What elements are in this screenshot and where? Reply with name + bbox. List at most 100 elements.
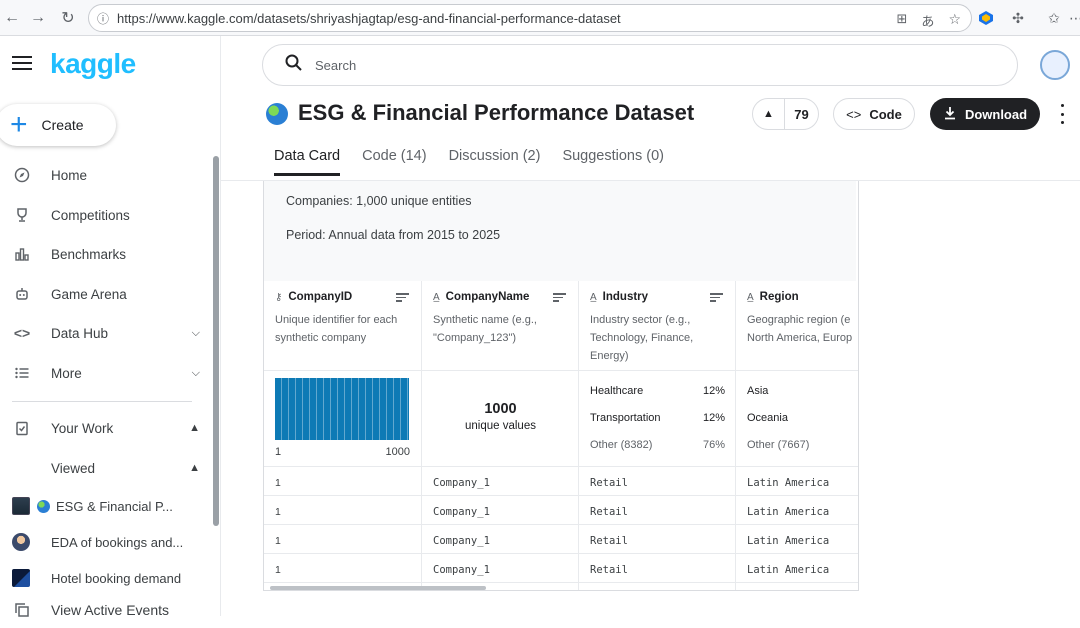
table-horizontal-scrollbar[interactable] (270, 586, 486, 590)
histogram-max-label: 1000 (385, 446, 410, 458)
favorites-icon[interactable]: ✩ (1044, 8, 1064, 28)
about-companies: Companies: 1,000 unique entities (286, 194, 472, 208)
table-cell: Latin America (747, 477, 830, 489)
chevron-down-icon[interactable]: ⌵ (192, 367, 200, 380)
search-icon (285, 54, 303, 77)
column-header[interactable]: ⚷ CompanyID (275, 291, 352, 303)
sort-icon[interactable] (710, 293, 723, 302)
sidebar: kaggle + Create Home Competitions Benchm… (0, 36, 221, 618)
tab-suggestions[interactable]: Suggestions (0) (562, 148, 664, 176)
table-cell: 1 (275, 477, 281, 489)
about-dataset-box: Companies: 1,000 unique entities Period:… (264, 181, 856, 281)
code-icon: <> (846, 106, 862, 122)
nav-item-more[interactable]: More ⌵ (0, 355, 210, 391)
download-button[interactable]: Download (930, 98, 1040, 130)
dataset-thumbnail (12, 569, 30, 587)
category-stat-row: Transportation 12% (590, 412, 725, 424)
category-stat-row: Healthcare 12% (590, 385, 725, 397)
view-active-events-link[interactable]: View Active Events (0, 592, 210, 628)
column-region: A̲ Region Geographic region (e North Ame… (735, 281, 858, 590)
upvote-group: ▲ 79 (752, 98, 819, 130)
forward-icon[interactable]: → (26, 6, 50, 30)
text-type-icon: A̲ (590, 291, 597, 303)
column-header[interactable]: A̲ Region (747, 291, 799, 303)
column-description: Synthetic name (e.g., "Company_123") (433, 314, 537, 344)
table-cell: Latin America (747, 564, 830, 576)
star-icon[interactable]: ☆ (948, 11, 961, 30)
back-icon[interactable]: ← (0, 6, 24, 30)
url-text: https://www.kaggle.com/datasets/shriyash… (117, 10, 621, 26)
address-bar[interactable]: ⓘ https://www.kaggle.com/datasets/shriya… (88, 4, 972, 32)
search-input[interactable]: Search (262, 44, 1018, 86)
histogram-min-label: 1 (275, 446, 282, 458)
extension-shield-icon[interactable] (976, 8, 996, 28)
nav-item-benchmarks[interactable]: Benchmarks (0, 236, 210, 272)
nav-item-home[interactable]: Home (0, 157, 210, 193)
unique-count: 1000 (484, 401, 517, 417)
plus-icon: + (10, 108, 28, 141)
bar-chart-icon (14, 246, 30, 262)
category-stat-row: Oceania (747, 412, 788, 424)
table-cell: 1 (275, 535, 281, 547)
nav-item-data-hub[interactable]: <> Data Hub ⌵ (0, 315, 210, 351)
list-icon (14, 365, 30, 381)
column-header[interactable]: A̲ Industry (590, 291, 648, 303)
trophy-icon (14, 207, 30, 223)
globe-icon (37, 499, 50, 513)
apps-icon[interactable]: ⊞ (897, 11, 908, 30)
vote-count: 79 (794, 106, 809, 122)
unique-label: unique values (465, 420, 536, 432)
translate-icon[interactable]: あ (921, 11, 934, 30)
create-button[interactable]: + Create (0, 104, 116, 146)
code-brackets-icon: <> (13, 325, 31, 341)
kaggle-logo[interactable]: kaggle (50, 48, 136, 80)
nav-item-your-work[interactable]: Your Work ▲ (0, 410, 210, 446)
chevron-up-icon[interactable]: ▲ (189, 422, 200, 434)
robot-icon (14, 286, 30, 302)
viewed-item-esg-dataset[interactable]: ESG & Financial P... (0, 490, 210, 522)
user-avatar[interactable] (1040, 50, 1070, 80)
globe-icon (266, 103, 288, 125)
viewed-item-eda-bookings[interactable]: EDA of bookings and... (0, 526, 210, 558)
site-info-icon[interactable]: ⓘ (97, 10, 109, 27)
extensions-puzzle-icon[interactable]: ✣ (1008, 8, 1028, 28)
tab-discussion[interactable]: Discussion (2) (449, 148, 541, 176)
more-options-icon[interactable] (1054, 104, 1070, 124)
chevron-down-icon[interactable]: ⌵ (192, 327, 200, 340)
viewed-item-hotel-booking[interactable]: Hotel booking demand (0, 562, 210, 594)
sort-icon[interactable] (396, 293, 409, 302)
arrow-up-icon: ▲ (763, 108, 774, 120)
tab-code[interactable]: Code (14) (362, 148, 426, 176)
table-cell: Retail (590, 564, 628, 576)
code-button[interactable]: <> Code (833, 98, 915, 130)
sort-icon[interactable] (553, 293, 566, 302)
sidebar-scrollbar[interactable] (213, 156, 219, 526)
nav-item-competitions[interactable]: Competitions (0, 197, 210, 233)
table-cell: Latin America (747, 506, 830, 518)
about-period: Period: Annual data from 2015 to 2025 (286, 228, 501, 242)
hamburger-menu-icon[interactable] (12, 56, 32, 72)
column-header[interactable]: A̲ CompanyName (433, 291, 529, 303)
column-description: Industry sector (e.g., Technology, Finan… (590, 314, 694, 362)
sidebar-divider (12, 401, 192, 402)
histogram-chart[interactable] (275, 378, 409, 440)
table-cell: 1 (275, 506, 281, 518)
reload-icon[interactable]: ↻ (56, 6, 80, 30)
table-cell: Company_1 (433, 564, 490, 576)
user-avatar (12, 533, 30, 551)
text-type-icon: A̲ (433, 291, 440, 303)
data-explorer-card: Companies: 1,000 unique entities Period:… (263, 181, 859, 591)
tab-data-card[interactable]: Data Card (274, 148, 341, 176)
chevron-up-icon[interactable]: ▲ (189, 462, 200, 474)
table-cell: Retail (590, 477, 628, 489)
column-description: Geographic region (e North America, Euro… (747, 314, 853, 344)
browser-menu-icon[interactable]: ⋯ (1066, 8, 1080, 28)
table-cell: Company_1 (433, 477, 490, 489)
table-cell: Company_1 (433, 535, 490, 547)
dataset-tabs: Data Card Code (14) Discussion (2) Sugge… (274, 148, 664, 176)
column-companyname: A̲ CompanyName Synthetic name (e.g., "Co… (421, 281, 579, 590)
nav-item-viewed[interactable]: Viewed ▲ (0, 450, 210, 486)
nav-item-game-arena[interactable]: Game Arena (0, 276, 210, 312)
category-stat-row: Other (7667) (747, 439, 810, 451)
upvote-button[interactable]: ▲ (753, 99, 785, 129)
